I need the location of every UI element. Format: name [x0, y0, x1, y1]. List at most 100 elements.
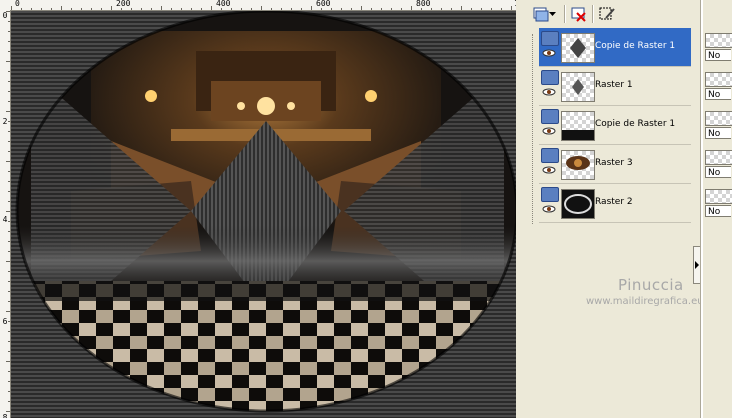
ruler-tick — [221, 8, 222, 10]
layer-visibility-icon[interactable] — [541, 31, 559, 46]
layer-row[interactable]: Copie de Raster 1 — [539, 28, 691, 67]
ruler-tick — [8, 351, 10, 352]
layer-row[interactable]: Raster 1 — [539, 67, 691, 106]
layer-row[interactable]: Raster 2 — [539, 184, 691, 223]
ruler-tick — [11, 6, 12, 10]
opacity-swatch[interactable] — [705, 111, 732, 126]
eye-icon[interactable] — [542, 127, 556, 135]
layer-visibility-icon[interactable] — [541, 187, 559, 202]
ruler-tick — [8, 141, 10, 142]
ruler-tick — [6, 211, 10, 212]
ruler-tick — [8, 391, 10, 392]
ruler-tick — [171, 8, 172, 10]
ruler-tick — [331, 8, 332, 10]
layer-name: Copie de Raster 1 — [595, 119, 676, 129]
ruler-tick — [8, 101, 10, 102]
blend-mode-select[interactable]: No — [705, 166, 731, 178]
ruler-tick — [8, 31, 10, 32]
ruler-tick — [31, 8, 32, 10]
ruler-tick — [8, 121, 10, 122]
ruler-tick — [8, 21, 10, 22]
ruler-tick — [8, 201, 10, 202]
ruler-tick — [111, 6, 112, 10]
blend-mode-select[interactable]: No — [705, 49, 731, 61]
layer-visibility-icon[interactable] — [541, 70, 559, 85]
layer-properties-column: No No No No No — [703, 28, 732, 258]
ruler-tick — [8, 71, 10, 72]
property-row: No — [703, 184, 732, 222]
layer-thumbnail — [561, 33, 595, 63]
layer-name: Raster 3 — [595, 158, 633, 168]
ruler-tick — [6, 161, 10, 162]
blend-mode-select[interactable]: No — [705, 88, 731, 100]
layer-thumbnail — [561, 72, 595, 102]
eye-icon[interactable] — [542, 205, 556, 213]
ruler-tick — [8, 221, 10, 222]
ruler-label: 4 — [2, 215, 8, 224]
image-canvas[interactable] — [11, 11, 524, 418]
ruler-tick — [8, 151, 10, 152]
ruler-tick — [251, 8, 252, 10]
ruler-tick — [491, 8, 492, 10]
opacity-swatch[interactable] — [705, 150, 732, 165]
ruler-tick — [6, 311, 10, 312]
ruler-tick — [341, 8, 342, 10]
ruler-tick — [21, 8, 22, 10]
ruler-tick — [8, 131, 10, 132]
property-row: No — [703, 106, 732, 144]
ruler-tick — [8, 381, 10, 382]
layers-toolbar — [524, 0, 700, 28]
ruler-label: 2 — [2, 117, 8, 126]
eye-icon[interactable] — [542, 49, 556, 57]
layer-visibility-icon[interactable] — [541, 109, 559, 124]
ruler-tick — [281, 8, 282, 10]
ruler-label: 600 — [316, 0, 331, 8]
layer-row[interactable]: Raster 3 — [539, 145, 691, 184]
ruler-label: 400 — [216, 0, 231, 8]
ruler-tick — [441, 8, 442, 10]
ruler-tick — [101, 8, 102, 10]
canvas-artwork — [11, 11, 524, 418]
layer-row[interactable]: Copie de Raster 1 — [539, 106, 691, 145]
ruler-tick — [121, 8, 122, 10]
ruler-tick — [481, 8, 482, 10]
ruler-tick — [6, 111, 10, 112]
ruler-tick — [6, 11, 10, 12]
delete-layer-icon[interactable] — [568, 4, 590, 24]
ruler-tick — [8, 41, 10, 42]
eye-icon[interactable] — [542, 88, 556, 96]
ruler-tick — [231, 8, 232, 10]
ruler-tick — [131, 8, 132, 10]
ruler-label: 800 — [416, 0, 431, 8]
opacity-swatch[interactable] — [705, 33, 732, 48]
property-row: No — [703, 28, 732, 66]
ruler-tick — [71, 8, 72, 10]
ruler-tick — [431, 8, 432, 10]
ruler-tick — [8, 281, 10, 282]
watermark-title: Pinuccia — [618, 276, 684, 294]
ruler-tick — [241, 8, 242, 10]
ruler-tick — [181, 8, 182, 10]
ruler-tick — [211, 6, 212, 10]
ruler-tick — [511, 6, 512, 10]
opacity-swatch[interactable] — [705, 72, 732, 87]
blend-mode-select[interactable]: No — [705, 127, 731, 139]
ruler-label: 8 — [2, 413, 8, 418]
ruler-tick — [451, 8, 452, 10]
ruler-tick — [301, 8, 302, 10]
canvas-gap — [516, 0, 524, 418]
dropdown-arrow-icon[interactable] — [548, 4, 558, 24]
eye-icon[interactable] — [542, 166, 556, 174]
ruler-tick — [141, 8, 142, 10]
blend-mode-select[interactable]: No — [705, 205, 731, 217]
ruler-tick — [381, 8, 382, 10]
ruler-tick — [361, 6, 362, 10]
opacity-swatch[interactable] — [705, 189, 732, 204]
layer-visibility-icon[interactable] — [541, 148, 559, 163]
ruler-tick — [291, 8, 292, 10]
ruler-tick — [151, 8, 152, 10]
edit-selection-icon[interactable] — [596, 4, 618, 24]
ruler-tick — [261, 6, 262, 10]
ruler-tick — [8, 231, 10, 232]
layers-panel: Copie de Raster 1 Raster 1 Copie de Rast… — [524, 0, 704, 418]
